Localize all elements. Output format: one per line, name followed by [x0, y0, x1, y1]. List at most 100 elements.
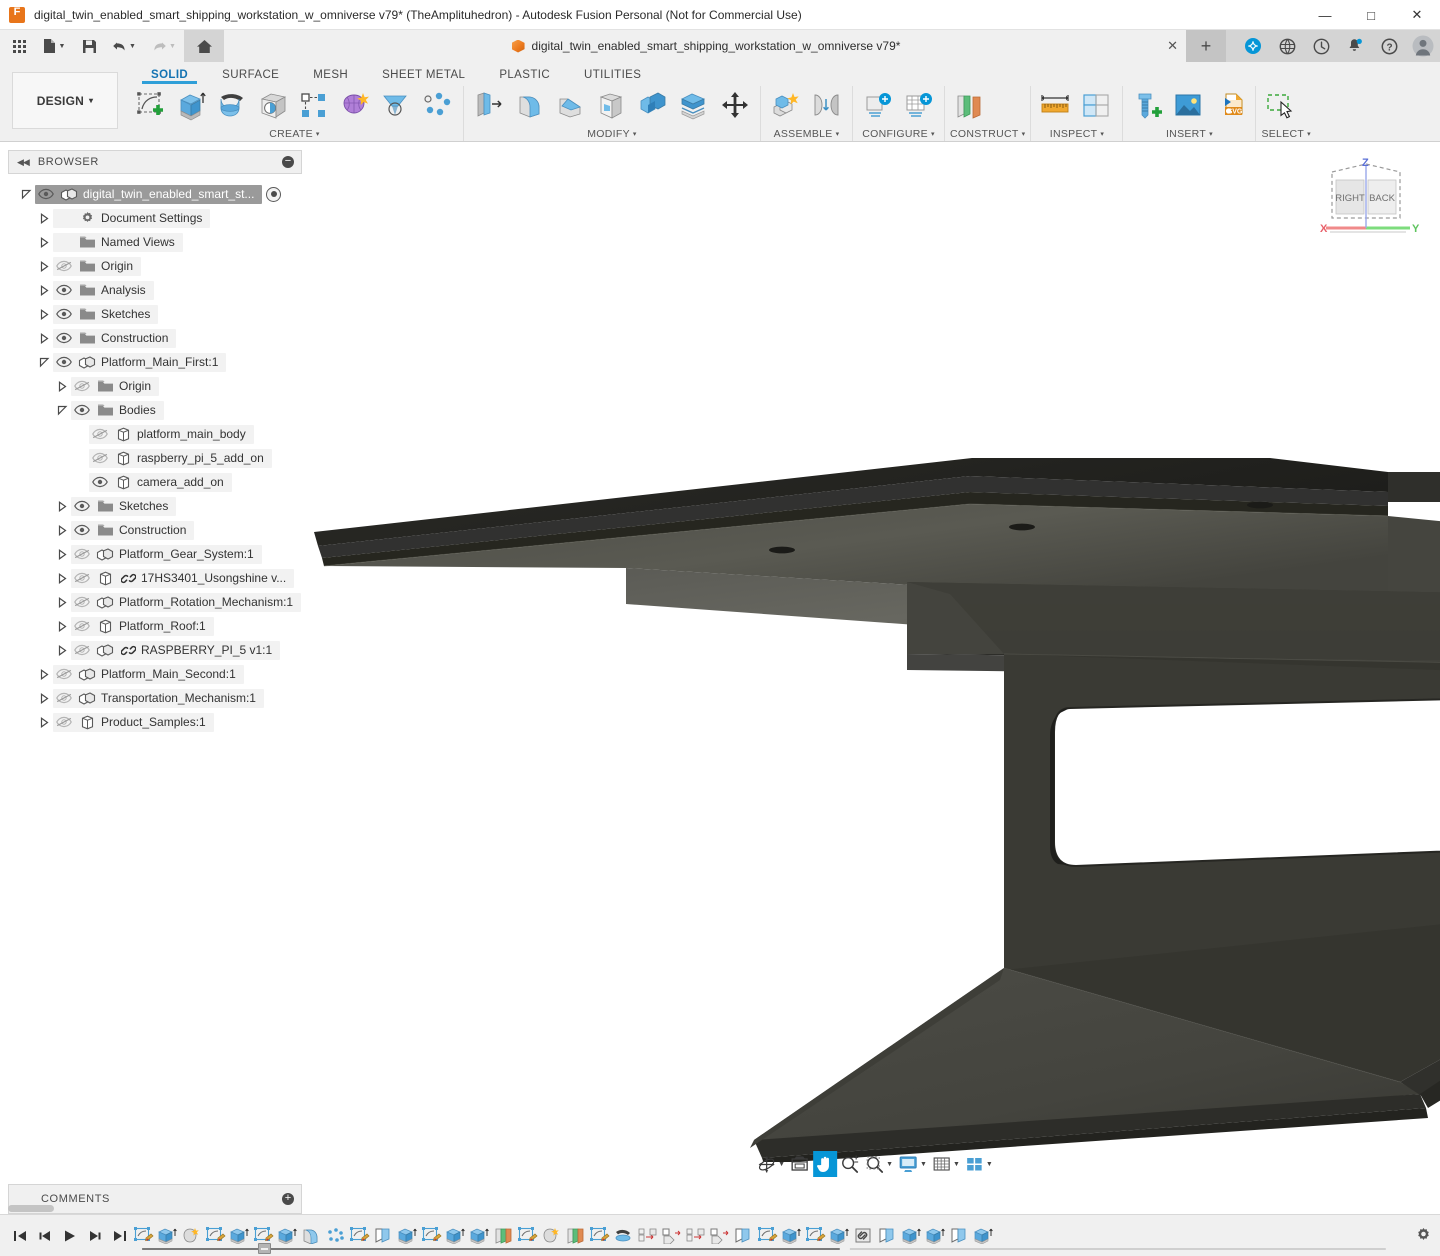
eye-hidden-icon[interactable] — [53, 260, 75, 272]
loft-icon[interactable] — [377, 86, 417, 126]
close-button[interactable]: ✕ — [1394, 0, 1440, 30]
timeline-feature-extrude[interactable] — [828, 1221, 852, 1251]
step-back-icon[interactable] — [33, 1221, 57, 1251]
timeline-feature-plane[interactable] — [948, 1221, 972, 1251]
document-tab[interactable]: digital_twin_enabled_smart_shipping_work… — [224, 30, 1186, 62]
platform-main-body-3d-view[interactable] — [310, 142, 1440, 1162]
caret-collapsed-icon[interactable] — [54, 597, 71, 608]
tree-item-document-settings[interactable]: Document Settings — [0, 206, 310, 230]
measure-icon[interactable] — [1036, 86, 1076, 126]
tree-item-hit-area[interactable]: Construction — [71, 521, 194, 540]
play-icon[interactable] — [58, 1221, 82, 1251]
timeline-feature-sketch[interactable] — [588, 1221, 612, 1251]
timeline-feature-material[interactable] — [564, 1221, 588, 1251]
caret-collapsed-icon[interactable] — [54, 549, 71, 560]
globe-icon[interactable] — [1270, 30, 1304, 62]
panel-assemble-label[interactable]: ASSEMBLE ▾ — [766, 126, 847, 141]
timeline-feature-sketch[interactable] — [348, 1221, 372, 1251]
eye-visible-icon[interactable] — [71, 404, 93, 416]
display-settings-icon[interactable]: ▼ — [896, 1151, 929, 1177]
tree-item-hit-area[interactable]: Sketches — [53, 305, 158, 324]
tab-utilities[interactable]: UTILITIES — [567, 69, 658, 84]
caret-collapsed-icon[interactable] — [36, 213, 53, 224]
timeline-feature-form[interactable] — [540, 1221, 564, 1251]
eye-hidden-icon[interactable] — [71, 644, 93, 656]
tree-item-hit-area[interactable]: Document Settings — [53, 209, 210, 228]
timeline-feature-component[interactable] — [708, 1221, 732, 1251]
caret-collapsed-icon[interactable] — [36, 285, 53, 296]
caret-collapsed-icon[interactable] — [36, 693, 53, 704]
caret-collapsed-icon[interactable] — [36, 237, 53, 248]
eye-hidden-icon[interactable] — [71, 380, 93, 392]
timeline-feature-fillet[interactable] — [300, 1221, 324, 1251]
view-cube[interactable]: RIGHT BACK X Y Z — [1310, 156, 1422, 248]
tree-item-hit-area[interactable]: Bodies — [71, 401, 164, 420]
minimize-button[interactable]: — — [1302, 0, 1348, 30]
press-pull-icon[interactable] — [469, 86, 509, 126]
eye-visible-icon[interactable] — [89, 476, 111, 488]
add-comment-icon[interactable]: + — [282, 1193, 294, 1205]
tree-item-hit-area[interactable]: Platform_Gear_System:1 — [71, 545, 262, 564]
caret-collapsed-icon[interactable] — [54, 621, 71, 632]
tree-item-hit-area[interactable]: Platform_Main_First:1 — [53, 353, 226, 372]
tree-item-platform-main-first-1[interactable]: Platform_Main_First:1 — [0, 350, 310, 374]
tab-mesh[interactable]: MESH — [296, 69, 365, 84]
timeline-feature-sketch[interactable] — [516, 1221, 540, 1251]
timeline-features[interactable] — [132, 1215, 1406, 1256]
caret-expanded-icon[interactable] — [54, 405, 71, 416]
tree-item-hit-area[interactable]: raspberry_pi_5_add_on — [89, 449, 272, 468]
revolve-icon[interactable] — [213, 86, 253, 126]
tree-item-hit-area[interactable]: Construction — [53, 329, 176, 348]
caret-collapsed-icon[interactable] — [36, 717, 53, 728]
pattern-dots-icon[interactable] — [418, 86, 458, 126]
caret-expanded-icon[interactable] — [18, 189, 35, 200]
grid-snaps-icon[interactable]: ▼ — [930, 1151, 962, 1177]
tree-item-hit-area[interactable]: Transportation_Mechanism:1 — [53, 689, 264, 708]
tree-item-17hs3401-usongshine-v[interactable]: 17HS3401_Usongshine v... — [0, 566, 310, 590]
timeline-feature-revolve[interactable] — [612, 1221, 636, 1251]
select-window-icon[interactable] — [1261, 86, 1301, 126]
timeline-settings-icon[interactable] — [1406, 1227, 1440, 1244]
timeline-feature-sketch[interactable] — [204, 1221, 228, 1251]
timeline-feature-sketch[interactable] — [756, 1221, 780, 1251]
redo-icon[interactable]: ▼ — [144, 30, 184, 62]
tree-item-platform-main-body[interactable]: platform_main_body — [0, 422, 310, 446]
active-component-radio[interactable] — [266, 187, 281, 202]
tree-item-construction[interactable]: Construction — [0, 326, 310, 350]
3d-viewport[interactable]: RIGHT BACK X Y Z ▼ — [310, 142, 1440, 1184]
panel-configure-label[interactable]: CONFIGURE ▾ — [858, 126, 939, 141]
tree-item-camera-add-on[interactable]: camera_add_on — [0, 470, 310, 494]
caret-collapsed-icon[interactable] — [54, 501, 71, 512]
timeline-feature-extrude[interactable] — [780, 1221, 804, 1251]
tree-item-platform-roof-1[interactable]: Platform_Roof:1 — [0, 614, 310, 638]
configuration-table-icon[interactable] — [899, 86, 939, 126]
eye-hidden-icon[interactable] — [71, 548, 93, 560]
joint-icon[interactable] — [807, 86, 847, 126]
tree-item-hit-area[interactable]: digital_twin_enabled_smart_st... — [35, 185, 262, 204]
hole-icon[interactable] — [254, 86, 294, 126]
tree-item-hit-area[interactable]: Platform_Rotation_Mechanism:1 — [71, 593, 301, 612]
tree-item-platform-main-second-1[interactable]: Platform_Main_Second:1 — [0, 662, 310, 686]
tree-item-digital-twin-enabled-smart-st[interactable]: digital_twin_enabled_smart_st... — [0, 182, 310, 206]
shell-icon[interactable] — [592, 86, 632, 126]
horizontal-scrollbar[interactable] — [8, 1205, 54, 1212]
timeline-feature-sketch[interactable] — [804, 1221, 828, 1251]
orbit-icon[interactable]: ▼ — [755, 1151, 787, 1177]
eye-visible-icon[interactable] — [35, 188, 57, 200]
caret-collapsed-icon[interactable] — [54, 381, 71, 392]
timeline-feature-extrude[interactable] — [228, 1221, 252, 1251]
new-component-icon[interactable] — [766, 86, 806, 126]
new-tab-button[interactable]: + — [1186, 30, 1226, 62]
save-icon[interactable] — [74, 30, 104, 62]
tree-item-hit-area[interactable]: Product_Samples:1 — [53, 713, 214, 732]
timeline-feature-sketch[interactable] — [132, 1221, 156, 1251]
workspace-switcher[interactable]: DESIGN ▾ — [12, 72, 118, 129]
move-copy-icon[interactable] — [715, 86, 755, 126]
timeline-feature-material[interactable] — [492, 1221, 516, 1251]
eye-visible-icon[interactable] — [71, 500, 93, 512]
new-document-icon[interactable]: ▼ — [34, 30, 74, 62]
maximize-button[interactable]: □ — [1348, 0, 1394, 30]
eye-hidden-icon[interactable] — [71, 596, 93, 608]
tab-plastic[interactable]: PLASTIC — [482, 69, 567, 84]
timeline-feature-extrude[interactable] — [972, 1221, 996, 1251]
